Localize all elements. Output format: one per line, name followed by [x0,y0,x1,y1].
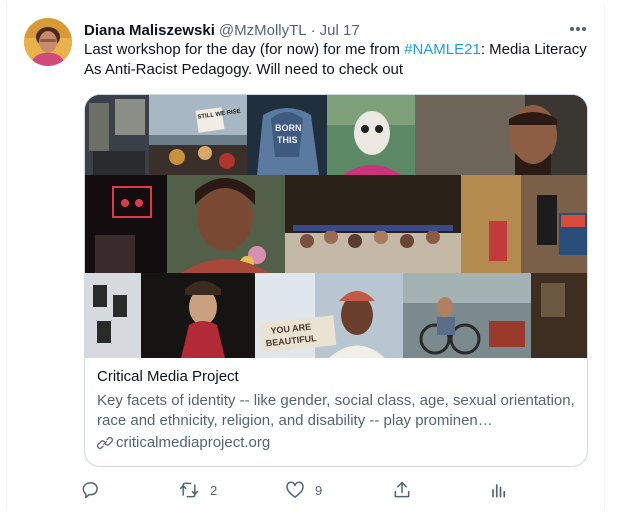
separator-dot: · [310,21,316,39]
avatar[interactable] [24,18,72,66]
link-preview-card[interactable]: STILL WE RISE BORN THIS YOU ARE BEAUTIFU… [84,94,588,467]
collage-photo-face-paint [327,95,415,175]
analytics-button[interactable] [488,478,508,502]
collage-photo-child [167,175,285,273]
card-info[interactable]: Critical Media Project Key facets of ide… [97,367,577,453]
tweet-actions: 2 9 [80,478,520,502]
card-domain[interactable]: criticalmediaproject.org [97,433,577,453]
collage-photo-wheelchair [403,273,531,358]
collage-photo-portrait-flag [461,175,587,273]
tweet-text: Last workshop for the day (for now) for … [84,40,594,80]
link-icon [97,437,113,449]
card-description: Key facets of identity -- like gender, s… [97,392,575,429]
collage-photo-man-headband [415,95,587,175]
tweet-text-start: Last workshop for the day (for now) for … [84,41,405,58]
tweet-header: Diana Maliszewski @MzMollyTL · Jul 17 [84,20,360,40]
collage-photo-street [85,95,149,175]
card-image-collage[interactable]: STILL WE RISE BORN THIS YOU ARE BEAUTIFU… [85,95,587,358]
svg-text:BORN: BORN [275,123,302,133]
collage-photo-phones [85,273,141,358]
collage-photo-room [531,273,587,358]
more-horizontal-icon [570,27,586,31]
tweet-timestamp[interactable]: Jul 17 [320,22,360,39]
card-domain-text: criticalmediaproject.org [116,434,271,451]
user-handle[interactable]: @MzMollyTL [219,22,307,39]
hashtag-link[interactable]: #NAMLE21 [404,41,481,58]
collage-photo-traditional-dress [141,273,255,358]
retweet-count: 2 [210,482,218,498]
heart-icon [286,481,304,498]
collage-photo-neon [85,175,167,273]
collage-photo-graduation [285,175,461,273]
reply-icon [82,482,98,499]
like-button[interactable]: 9 [285,478,322,502]
svg-text:THIS: THIS [277,135,298,145]
retweet-button[interactable]: 2 [178,478,217,502]
collage-photo-protest: STILL WE RISE [149,95,247,175]
reply-button[interactable] [80,478,110,502]
like-count: 9 [315,482,323,498]
more-options-button[interactable] [566,18,590,40]
card-title[interactable]: Critical Media Project [97,367,577,388]
analytics-icon [492,484,506,498]
display-name[interactable]: Diana Maliszewski [84,22,215,39]
share-icon [394,481,410,498]
collage-photo-you-are-beautiful: YOU ARE BEAUTIFUL [255,273,403,358]
retweet-icon [179,482,199,498]
collage-photo-jacket: BORN THIS [247,95,327,175]
share-button[interactable] [392,478,412,502]
